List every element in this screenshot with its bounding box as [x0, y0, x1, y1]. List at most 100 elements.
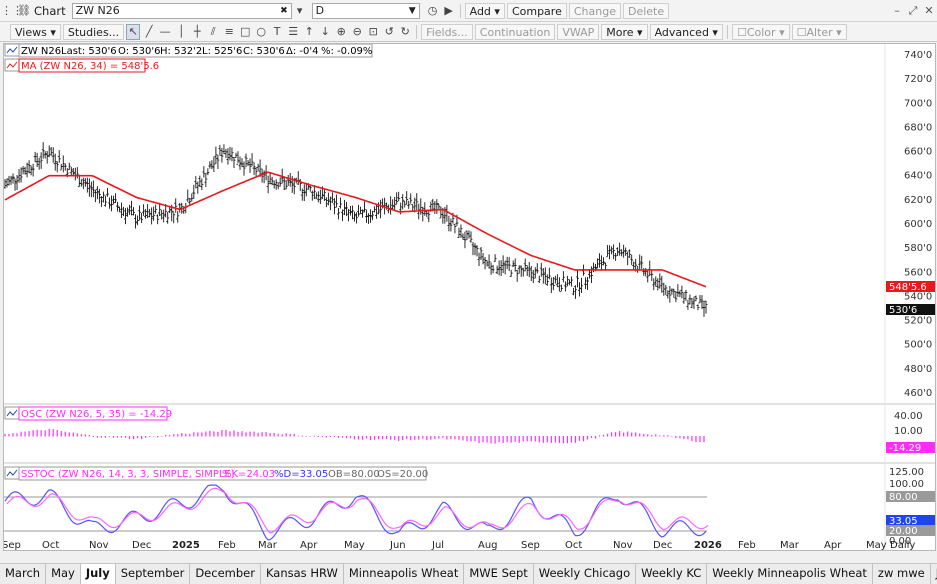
- stoch-d-label: %D=33.05: [274, 469, 328, 480]
- tab-zw-mwe[interactable]: zw mwe: [873, 564, 931, 584]
- open-price: O: 530'6: [118, 46, 160, 57]
- vertical-line-icon[interactable]: │: [174, 25, 188, 39]
- price-y-tick: 740'0: [904, 50, 932, 61]
- more-button[interactable]: More ▾: [601, 23, 648, 40]
- x-axis-interval-label: Daily: [890, 540, 915, 550]
- chart-svg[interactable]: ZW N26 Last: 530'6 O: 530'6 H: 532'2 L: …: [2, 43, 935, 551]
- rectangle-icon[interactable]: □: [238, 25, 252, 39]
- contract-tabs: March May July September December Kansas HRW M…: [0, 563, 937, 584]
- arrow-down-icon[interactable]: ↓: [318, 25, 332, 39]
- ma-line: [4, 171, 707, 288]
- osc-y-tick: 40.00: [894, 411, 923, 422]
- tab-kansas-hrw[interactable]: Kansas HRW: [261, 564, 344, 584]
- symbol-label: ZW N26: [21, 46, 61, 57]
- redo-icon[interactable]: ↻: [398, 25, 412, 39]
- arrow-up-icon[interactable]: ↑: [302, 25, 316, 39]
- delete-button[interactable]: Delete: [622, 2, 670, 19]
- price-y-tick: 480'0: [904, 364, 932, 375]
- chevron-down-icon: ▼: [408, 5, 416, 16]
- price-y-tick: 680'0: [904, 122, 932, 133]
- undo-icon[interactable]: ↺: [382, 25, 396, 39]
- symbol-dropdown-icon[interactable]: ▾: [293, 4, 307, 18]
- line-tool-icon[interactable]: ╱: [142, 25, 156, 39]
- advanced-button[interactable]: Advanced ▾: [649, 23, 723, 40]
- tab-may[interactable]: May: [46, 564, 81, 584]
- maximize-icon[interactable]: ⤢: [905, 4, 921, 18]
- tab-july[interactable]: July: [80, 564, 116, 584]
- legend-bars-icon: [4, 43, 20, 57]
- tab-december[interactable]: December: [190, 564, 261, 584]
- price-y-tick: 720'0: [904, 74, 932, 85]
- color-button[interactable]: ☐Color ▾: [731, 23, 790, 40]
- zoom-out-icon[interactable]: ⊖: [350, 25, 364, 39]
- horizontal-line-icon[interactable]: —: [158, 25, 172, 39]
- more-label: More: [606, 25, 634, 39]
- stoch-legend: SSTOC (ZW N26, 14, 3, 3, SIMPLE, SIMPLE)…: [4, 466, 428, 481]
- color-label: Color: [746, 25, 776, 39]
- chart-area[interactable]: ZW N26 Last: 530'6 O: 530'6 H: 532'2 L: …: [2, 43, 936, 551]
- tab-weekly-chicago[interactable]: Weekly Chicago: [534, 564, 637, 584]
- add-button[interactable]: Add ▾: [464, 2, 505, 19]
- tab-minneapolis-wheat[interactable]: Minneapolis Wheat: [344, 564, 465, 584]
- x-axis: Sep Oct Nov Dec 2025 Feb Mar Apr May Jun Jul Aug Sep…: [2, 540, 915, 551]
- drag-handle-icon[interactable]: ⋮⋮: [1, 4, 23, 18]
- tab-weekly-minneapolis-wheat[interactable]: Weekly Minneapolis Wheat: [707, 564, 873, 584]
- title-bar: ⋮⋮ ⛓ Chart ZW N26 ✖ ▾ D ▼ ◷ ▶ Add ▾ Comp…: [0, 0, 937, 22]
- price-y-tick: 640'0: [904, 171, 932, 182]
- ob-value-text: 80.00: [889, 492, 918, 503]
- y-axis: 740'0 720'0 700'0 680'0 660'0 640'0 620'0 600'0…: [889, 50, 932, 547]
- fibonacci-icon[interactable]: ☰: [286, 25, 300, 39]
- ma-legend-icon: [4, 58, 20, 72]
- fit-icon[interactable]: ⊡: [366, 25, 380, 39]
- history-icon[interactable]: ◷: [426, 4, 440, 18]
- price-bars: [3, 142, 708, 317]
- clear-symbol-icon[interactable]: ✖: [280, 4, 288, 18]
- tab-september[interactable]: September: [116, 564, 191, 584]
- interval-select[interactable]: D ▼: [311, 2, 420, 19]
- cursor-arrow-icon[interactable]: ↖: [126, 23, 141, 40]
- osc-legend-text: OSC (ZW N26, 5, 35) = -14.29: [21, 409, 172, 420]
- window-title: Chart: [34, 3, 66, 18]
- price-y-tick: 540'0: [904, 291, 932, 302]
- advanced-label: Advanced: [654, 25, 709, 39]
- osc-bars: [4, 428, 705, 444]
- price-y-tick: 660'0: [904, 147, 932, 158]
- symbol-input[interactable]: ZW N26 ✖: [71, 2, 292, 19]
- pct-change: %: -0.09%: [321, 46, 372, 57]
- x-axis-label: Jun: [389, 540, 406, 550]
- tab-july-4[interactable]: July-4: [931, 564, 937, 584]
- x-axis-label: Feb: [218, 540, 236, 550]
- views-button[interactable]: Views ▾: [10, 23, 61, 40]
- last-price: Last: 530'6: [61, 46, 117, 57]
- fields-button[interactable]: Fields...: [421, 23, 473, 40]
- alter-label: Alter: [806, 25, 833, 39]
- minimize-icon[interactable]: –: [889, 4, 905, 18]
- price-legend: ZW N26 Last: 530'6 O: 530'6 H: 532'2 L: …: [4, 43, 373, 73]
- studies-button[interactable]: Studies...: [62, 23, 125, 40]
- tab-mwe-sept[interactable]: MWE Sept: [464, 564, 534, 584]
- channel-icon[interactable]: ≡: [222, 25, 236, 39]
- vwap-button[interactable]: VWAP: [557, 23, 600, 40]
- window-controls: – ⤢ ✕: [889, 4, 937, 18]
- ma-value-text: 548'5.6: [889, 282, 927, 293]
- interval-value: D: [315, 3, 325, 17]
- ellipse-icon[interactable]: ○: [254, 25, 268, 39]
- tab-march[interactable]: March: [0, 564, 47, 584]
- change-button[interactable]: Change: [568, 2, 621, 19]
- compare-button[interactable]: Compare: [506, 2, 567, 19]
- text-icon[interactable]: T: [270, 25, 284, 39]
- close-icon[interactable]: ✕: [921, 4, 937, 18]
- play-icon[interactable]: ▶: [442, 4, 456, 18]
- x-axis-label: Nov: [613, 540, 633, 550]
- crossline-icon[interactable]: ┼: [190, 25, 204, 39]
- tab-weekly-kc[interactable]: Weekly KC: [636, 564, 708, 584]
- stoch-k-label: %K=24.03: [222, 469, 275, 480]
- high-price: H: 532'2: [160, 46, 202, 57]
- parallel-lines-icon[interactable]: ⫽: [206, 25, 220, 39]
- continuation-button[interactable]: Continuation: [474, 23, 556, 40]
- zoom-in-icon[interactable]: ⊕: [334, 25, 348, 39]
- x-axis-label: Jul: [431, 540, 444, 550]
- alter-button[interactable]: ☐Alter ▾: [791, 23, 847, 40]
- stoch-ob-label: OB=80.00: [328, 469, 380, 480]
- link-icon[interactable]: ⛓: [17, 4, 31, 18]
